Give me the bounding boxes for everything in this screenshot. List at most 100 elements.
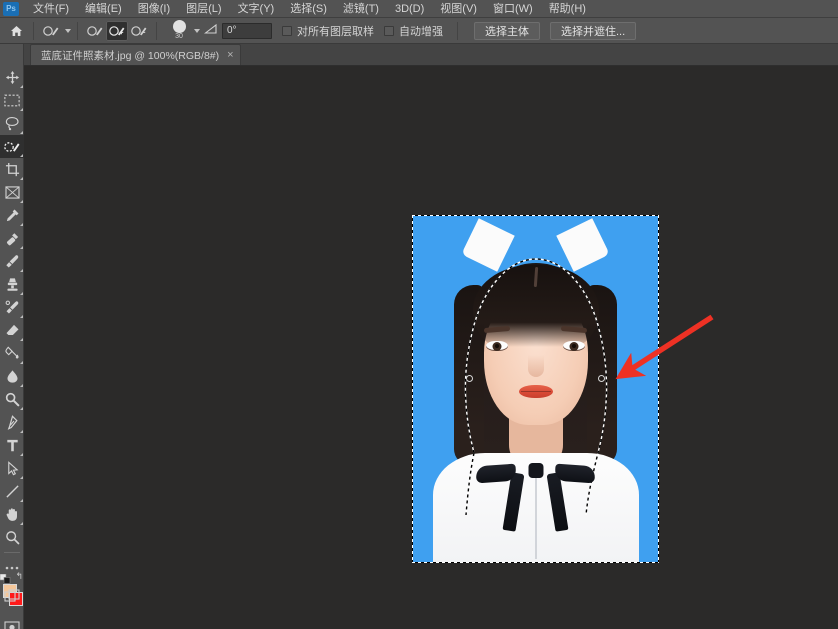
selection-mode-subtract[interactable] bbox=[128, 21, 150, 41]
options-divider-2 bbox=[77, 21, 78, 40]
eye-right bbox=[563, 341, 585, 351]
document-image[interactable] bbox=[412, 215, 659, 563]
selection-mode-new[interactable] bbox=[84, 21, 106, 41]
menu-type[interactable]: 文字(Y) bbox=[230, 1, 283, 17]
photoshop-logo-icon[interactable]: Ps bbox=[3, 1, 19, 16]
options-divider-3 bbox=[156, 21, 157, 40]
menu-file[interactable]: 文件(F) bbox=[25, 1, 77, 17]
nose bbox=[527, 355, 544, 377]
menu-image[interactable]: 图像(I) bbox=[130, 1, 178, 17]
lasso-tool[interactable] bbox=[0, 112, 24, 135]
pen-tool[interactable] bbox=[0, 411, 24, 434]
menu-filter[interactable]: 滤镜(T) bbox=[335, 1, 387, 17]
pupil-right bbox=[572, 343, 576, 348]
quick-selection-tool[interactable] bbox=[0, 135, 24, 158]
tool-preset-caret-icon[interactable] bbox=[65, 28, 71, 33]
eyedropper-tool[interactable] bbox=[0, 204, 24, 227]
toolbar-divider bbox=[3, 552, 20, 553]
options-divider-4 bbox=[457, 21, 458, 40]
menu-select[interactable]: 选择(S) bbox=[282, 1, 335, 17]
menu-window[interactable]: 窗口(W) bbox=[485, 1, 541, 17]
eye-left bbox=[486, 341, 508, 351]
flyout-corner-icon bbox=[20, 361, 23, 364]
zoom-tool[interactable] bbox=[0, 526, 24, 549]
brush-size-dot-icon bbox=[172, 20, 186, 33]
bow-tie-knot bbox=[528, 463, 543, 478]
shirt-placket bbox=[534, 473, 537, 559]
brush-options-caret-icon[interactable] bbox=[194, 28, 200, 33]
earring-right bbox=[598, 375, 605, 382]
menu-layer[interactable]: 图层(L) bbox=[178, 1, 229, 17]
options-divider-1 bbox=[33, 21, 34, 40]
flyout-corner-icon bbox=[20, 476, 23, 479]
flyout-corner-icon bbox=[20, 453, 23, 456]
menu-view[interactable]: 视图(V) bbox=[432, 1, 485, 17]
flyout-corner-icon bbox=[20, 338, 23, 341]
flyout-corner-icon bbox=[20, 292, 23, 295]
flyout-corner-icon bbox=[20, 85, 23, 88]
flyout-corner-icon bbox=[20, 154, 23, 157]
sample-all-layers-box-icon[interactable] bbox=[282, 25, 292, 36]
path-selection-tool[interactable] bbox=[0, 457, 24, 480]
auto-enhance-box-icon[interactable] bbox=[384, 25, 394, 36]
type-tool[interactable] bbox=[0, 434, 24, 457]
blur-tool[interactable] bbox=[0, 365, 24, 388]
close-icon[interactable]: × bbox=[227, 50, 233, 61]
flyout-corner-icon bbox=[20, 499, 23, 502]
line-tool[interactable] bbox=[0, 480, 24, 503]
select-and-mask-button[interactable]: 选择并遮住... bbox=[550, 21, 637, 40]
hand-tool[interactable] bbox=[0, 503, 24, 526]
home-icon[interactable] bbox=[5, 21, 27, 41]
menu-edit[interactable]: 编辑(E) bbox=[77, 1, 130, 17]
document-tab-bar: 蓝底证件照素材.jpg @ 100%(RGB/8#) × bbox=[24, 44, 838, 66]
auto-enhance-checkbox[interactable]: 自动增强 bbox=[384, 23, 443, 39]
screen-mode-icon[interactable] bbox=[0, 585, 24, 607]
move-tool[interactable] bbox=[0, 66, 24, 89]
angle-input[interactable]: 0° bbox=[222, 22, 272, 39]
menu-bar: Ps 文件(F) 编辑(E) 图像(I) 图层(L) 文字(Y) 选择(S) 滤… bbox=[0, 0, 838, 18]
photoshop-window: Ps 文件(F) 编辑(E) 图像(I) 图层(L) 文字(Y) 选择(S) 滤… bbox=[0, 0, 838, 629]
tools-panel: ↰ bbox=[0, 44, 24, 629]
flyout-corner-icon bbox=[20, 131, 23, 134]
auto-enhance-label: 自动增强 bbox=[399, 25, 443, 38]
sample-all-layers-checkbox[interactable]: 对所有图层取样 bbox=[282, 23, 374, 39]
clone-stamp-tool[interactable] bbox=[0, 273, 24, 296]
brush-tool[interactable] bbox=[0, 250, 24, 273]
crop-tool[interactable] bbox=[0, 158, 24, 181]
rectangular-marquee-tool[interactable] bbox=[0, 89, 24, 112]
pupil-left bbox=[495, 343, 499, 348]
canvas-area[interactable] bbox=[24, 66, 838, 629]
select-subject-button[interactable]: 选择主体 bbox=[474, 21, 540, 40]
flyout-corner-icon bbox=[20, 384, 23, 387]
flyout-corner-icon bbox=[20, 430, 23, 433]
history-brush-tool[interactable] bbox=[0, 296, 24, 319]
tool-preset-picker[interactable] bbox=[40, 21, 62, 41]
sample-all-layers-label: 对所有图层取样 bbox=[297, 25, 374, 38]
gradient-tool[interactable] bbox=[0, 342, 24, 365]
frame-tool[interactable] bbox=[0, 181, 24, 204]
flyout-corner-icon bbox=[20, 269, 23, 272]
flyout-corner-icon bbox=[20, 246, 23, 249]
flyout-corner-icon bbox=[20, 200, 23, 203]
flyout-corner-icon bbox=[20, 522, 23, 525]
selection-mode-add[interactable] bbox=[106, 20, 128, 41]
earring-left bbox=[466, 375, 473, 382]
swap-colors-icon[interactable]: ↰ bbox=[15, 571, 23, 582]
menu-help[interactable]: 帮助(H) bbox=[541, 1, 594, 17]
document-tab[interactable]: 蓝底证件照素材.jpg @ 100%(RGB/8#) × bbox=[30, 44, 241, 65]
eraser-tool[interactable] bbox=[0, 319, 24, 342]
quick-mask-icon[interactable] bbox=[0, 617, 24, 629]
options-bar: 30 0° 对所有图层取样 自动增强 选择主体 选择并遮住... bbox=[0, 18, 838, 44]
dodge-tool[interactable] bbox=[0, 388, 24, 411]
flyout-corner-icon bbox=[20, 407, 23, 410]
flyout-corner-icon bbox=[20, 108, 23, 111]
collar-left bbox=[461, 218, 515, 272]
healing-brush-tool[interactable] bbox=[0, 227, 24, 250]
flyout-corner-icon bbox=[20, 177, 23, 180]
brush-size-preview[interactable]: 30 bbox=[167, 20, 191, 41]
flyout-corner-icon bbox=[20, 223, 23, 226]
flyout-corner-icon bbox=[20, 315, 23, 318]
lip-line bbox=[520, 391, 551, 392]
brush-size-value: 30 bbox=[175, 33, 183, 40]
menu-3d[interactable]: 3D(D) bbox=[387, 1, 432, 17]
